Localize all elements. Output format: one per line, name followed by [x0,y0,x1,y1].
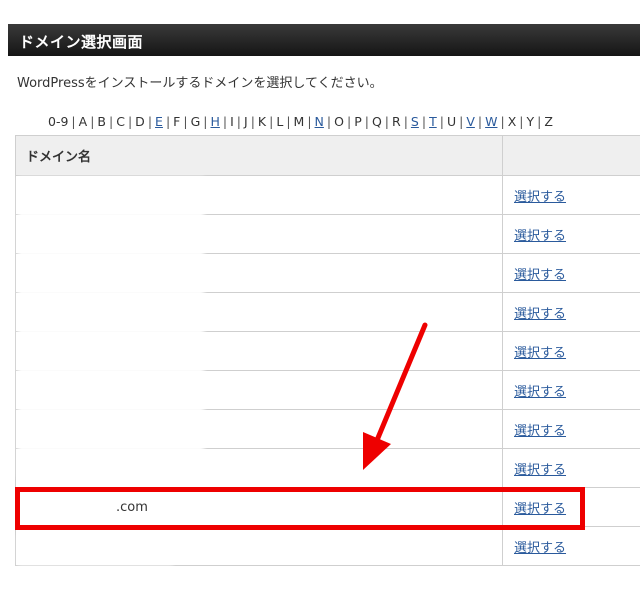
alpha-filter-o: O [334,114,344,129]
alpha-filter-x: X [507,114,517,129]
alpha-filter-g: G [190,114,201,129]
table-header-row: ドメイン名 [15,135,640,176]
privacy-blur-overlay [18,535,173,565]
alpha-filter-a: A [78,114,88,129]
alpha-separator: | [183,114,188,129]
action-cell: 選択する [502,526,640,566]
alpha-separator: | [165,114,171,129]
alpha-filter-w[interactable]: W [485,114,497,129]
select-domain-link[interactable]: 選択する [514,346,566,361]
alpha-filter-p: P [354,114,362,129]
alpha-filter-e[interactable]: E [155,114,163,129]
select-domain-link[interactable]: 選択する [514,385,566,400]
alpha-filter-q: Q [371,114,382,129]
select-domain-link[interactable]: 選択する [514,307,566,322]
alpha-separator: | [384,114,390,129]
action-cell: 選択する [502,370,640,410]
domain-column-header: ドメイン名 [15,135,503,176]
alpha-filter-v[interactable]: V [466,114,475,129]
privacy-blur-overlay [18,177,204,477]
highlight-box [15,487,585,530]
select-domain-link[interactable]: 選択する [514,229,566,244]
alpha-separator: | [203,114,208,129]
alpha-separator: | [286,114,291,129]
alpha-filter-y: Y [526,114,535,129]
action-cell: 選択する [502,331,640,371]
alpha-filter-m: M [293,114,305,129]
alpha-filter-c: C [116,114,125,129]
alphabet-filter-nav: 0-9 | A | B | C | D | E | F | G | H | I | J | K | L | M | N | O | P | Q | R |… [48,114,553,129]
pointer-arrow-icon [363,322,428,470]
alpha-separator: | [364,114,369,129]
alpha-separator: | [500,114,505,129]
alpha-separator: | [537,114,542,129]
alpha-filter-u: U [446,114,457,129]
select-domain-link[interactable]: 選択する [514,541,566,556]
alpha-separator: | [222,114,228,129]
alpha-filter-z: Z [544,114,553,129]
alpha-separator: | [236,114,242,129]
alpha-filter-h[interactable]: H [210,114,219,129]
alpha-filter-s[interactable]: S [411,114,419,129]
alpha-separator: | [403,114,408,129]
alpha-filter-k: K [257,114,267,129]
alpha-filter-b: B [97,114,106,129]
action-cell: 選択する [502,409,640,449]
alpha-separator: | [109,114,114,129]
alpha-separator: | [421,114,427,129]
alpha-separator: | [147,114,153,129]
select-domain-link[interactable]: 選択する [514,463,566,478]
alpha-filter-t[interactable]: T [429,114,437,129]
alpha-separator: | [269,114,274,129]
page-title: ドメイン選択画面 [8,24,640,56]
action-cell: 選択する [502,292,640,332]
alpha-separator: | [459,114,464,129]
alpha-filter-n[interactable]: N [315,114,324,129]
action-cell: 選択する [502,448,640,488]
alpha-separator: | [71,114,76,129]
alpha-separator: | [250,114,255,129]
select-domain-link[interactable]: 選択する [514,190,566,205]
alpha-separator: | [90,114,95,129]
alpha-filter-d: D [135,114,145,129]
action-column-header [502,135,640,176]
alpha-separator: | [477,114,483,129]
alpha-separator: | [127,114,133,129]
alpha-separator: | [326,114,332,129]
alpha-separator: | [439,114,444,129]
instruction-text: WordPressをインストールするドメインを選択してください。 [17,76,383,91]
alpha-filter-0-9: 0-9 [48,114,69,129]
alpha-separator: | [346,114,352,129]
action-cell: 選択する [502,253,640,293]
select-domain-link[interactable]: 選択する [514,268,566,283]
action-cell: 選択する [502,175,640,215]
action-cell: 選択する [502,214,640,254]
alpha-filter-r: R [392,114,401,129]
alpha-separator: | [519,114,524,129]
select-domain-link[interactable]: 選択する [514,424,566,439]
alpha-separator: | [307,114,312,129]
